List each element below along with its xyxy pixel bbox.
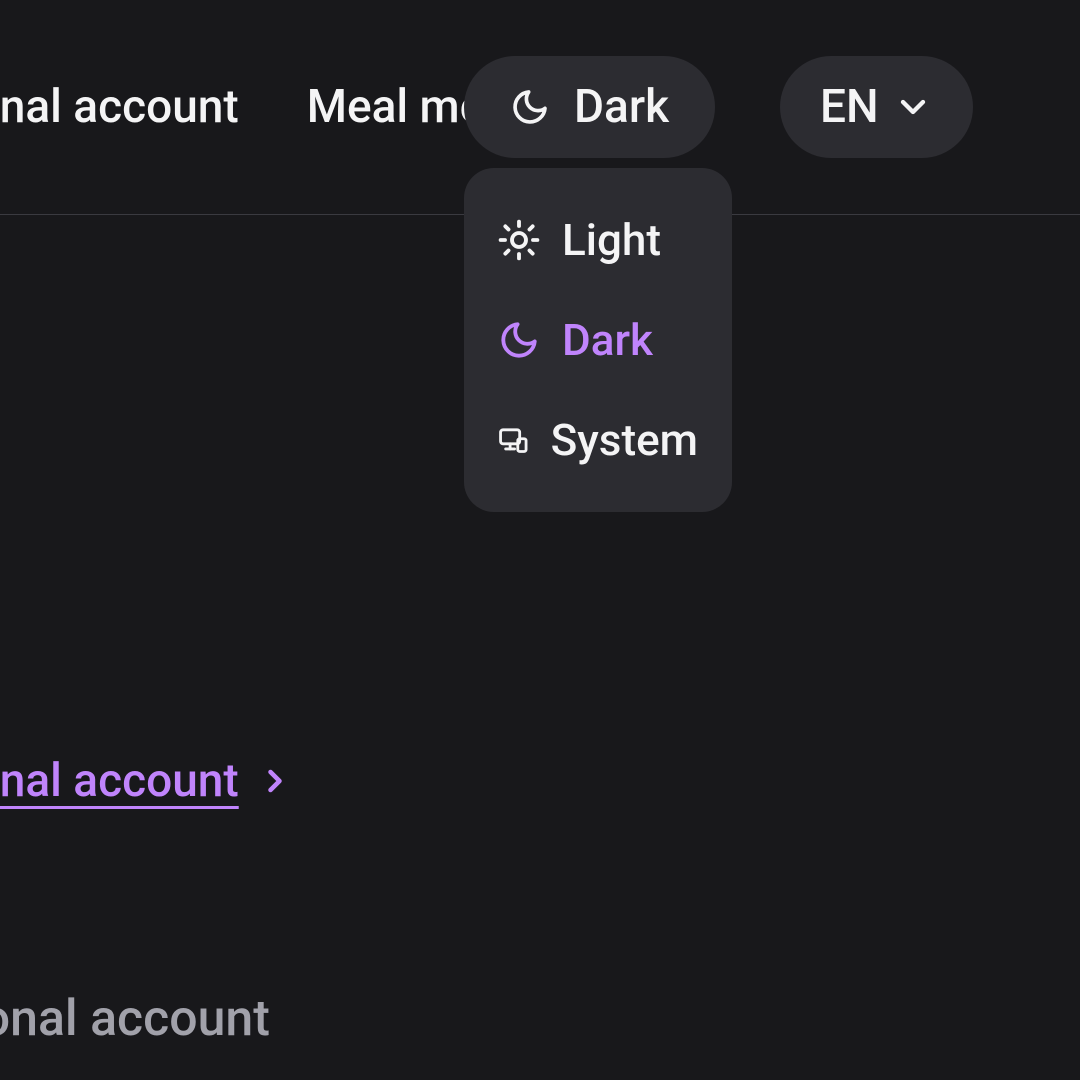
theme-option-label: Dark [562,314,653,366]
breadcrumb: Personal account [0,754,293,808]
theme-option-system[interactable]: System [464,390,732,490]
monitor-smartphone-icon [498,419,529,461]
theme-option-label: System [551,414,698,466]
theme-option-dark[interactable]: Dark [464,290,732,390]
moon-icon [510,87,550,127]
moon-icon [498,319,540,361]
nav-link-account[interactable]: Personal account [0,80,273,134]
theme-switcher[interactable]: Dark [464,56,715,158]
chevron-right-icon [257,763,293,799]
chevron-down-icon [893,87,933,127]
theme-dropdown: Light Dark System [464,168,732,512]
language-current-label: EN [820,80,879,134]
breadcrumb-link-account[interactable]: Personal account [0,754,239,808]
language-switcher[interactable]: EN [780,56,973,158]
sun-icon [498,219,540,261]
theme-option-label: Light [562,214,661,266]
theme-pill[interactable]: Dark [464,56,715,158]
theme-current-label: Dark [574,80,669,134]
theme-option-light[interactable]: Light [464,190,732,290]
language-pill[interactable]: EN [780,56,973,158]
page-heading: Personal account [0,990,270,1048]
